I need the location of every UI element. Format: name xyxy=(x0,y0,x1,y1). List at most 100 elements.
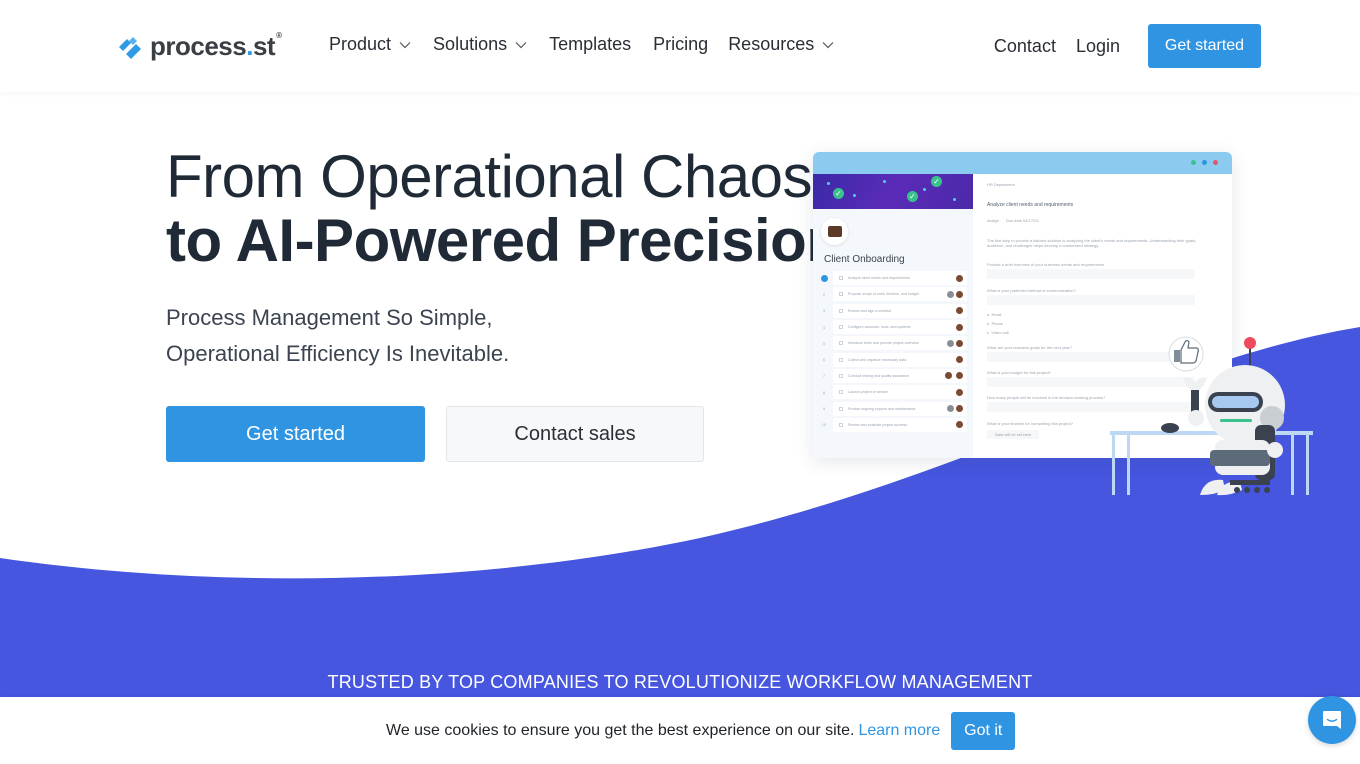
task-number: 6 xyxy=(822,357,826,363)
check-icon: ✓ xyxy=(907,191,918,202)
task-checkbox[interactable] xyxy=(839,341,843,346)
assignee-avatar xyxy=(956,307,963,315)
task-number: 7 xyxy=(822,373,826,379)
chevron-down-icon xyxy=(515,41,527,48)
mockup-titlebar xyxy=(813,152,1232,174)
task-row[interactable]: 6 Collect and organize necessary data xyxy=(819,351,967,367)
task-number xyxy=(820,274,828,282)
login-link[interactable]: Login xyxy=(1076,36,1120,57)
assignee-avatar xyxy=(956,372,963,380)
robot-illustration xyxy=(1110,336,1313,496)
task-label: Collect and organize necessary data xyxy=(848,357,907,362)
option-1: a. Email xyxy=(987,312,1002,317)
hero-subtitle-line1: Process Management So Simple, xyxy=(166,305,493,330)
hero-title-line1: From Operational Chaos xyxy=(166,143,812,210)
window-dot-blue xyxy=(1202,160,1207,165)
task-label: Conduct testing and quality assurance xyxy=(848,373,909,378)
cookie-accept-button[interactable]: Got it xyxy=(951,712,1016,750)
workflow-sidebar: ✓ ✓ ✓ Client Onboarding Analyze client n… xyxy=(813,174,973,458)
task-heading: Analyze client needs and requirements xyxy=(987,202,1074,208)
answer-field-2 xyxy=(987,295,1195,305)
task-checkbox[interactable] xyxy=(839,276,843,281)
hero-title: From Operational Chaos to AI-Powered Pre… xyxy=(166,143,843,274)
task-number: 9 xyxy=(822,406,826,412)
assignee-avatar xyxy=(956,274,963,282)
due-date-label: Due date xyxy=(1005,218,1022,223)
check-icon: ✓ xyxy=(833,188,844,199)
task-list: Analyze client needs and requirements 2 Pr… xyxy=(819,270,967,433)
task-row[interactable]: Analyze client needs and requirements xyxy=(819,270,967,286)
task-checkbox[interactable] xyxy=(839,292,843,297)
assignee-avatar xyxy=(956,421,963,429)
workflow-banner: ✓ ✓ ✓ xyxy=(813,174,973,209)
task-checkbox[interactable] xyxy=(839,357,843,362)
task-label: Provide ongoing support and maintenance xyxy=(848,406,916,411)
logo-mark-icon xyxy=(119,36,141,59)
assign-label: Assign xyxy=(987,218,1000,223)
task-label: Introduce team and provide project overv… xyxy=(848,341,919,346)
task-label: Launch project or service xyxy=(848,390,889,395)
task-row[interactable]: 8 Launch project or service xyxy=(819,384,967,400)
date-placeholder: Date will be set here xyxy=(987,430,1040,439)
contact-link[interactable]: Contact xyxy=(994,36,1056,57)
task-row[interactable]: 4 Configure accounts, tools, and systems xyxy=(819,319,967,335)
task-row[interactable]: 9 Provide ongoing support and maintenance xyxy=(819,400,967,416)
task-row[interactable]: 5 Introduce team and provide project over… xyxy=(819,335,967,351)
department-label: HR Department xyxy=(987,182,1015,187)
option-2: b. Phone xyxy=(987,321,1004,326)
nav-product-label: Product xyxy=(329,34,392,54)
question-1: Provide a brief overview of your busines… xyxy=(987,262,1106,267)
logo-suffix: st xyxy=(252,31,276,61)
question-6: What is your timeline for completing thi… xyxy=(987,421,1074,426)
task-row[interactable]: 10 Review and evaluate project success xyxy=(819,417,967,433)
chevron-down-icon xyxy=(822,41,834,48)
assignee-avatar xyxy=(956,405,963,413)
hero-title-line2: to AI-Powered Precision xyxy=(166,207,843,274)
task-row[interactable]: 7 Conduct testing and quality assurance xyxy=(819,368,967,384)
task-row[interactable]: 2 Propose scope of work, timeline, and bu… xyxy=(819,286,967,302)
question-4: What is your budget for this project? xyxy=(987,370,1052,375)
task-label: Configure accounts, tools, and systems xyxy=(848,325,911,330)
task-row[interactable]: 3 Review and sign a contract xyxy=(819,303,967,319)
nav-pricing[interactable]: Pricing xyxy=(653,34,708,55)
task-label: Review and evaluate project success xyxy=(848,422,908,427)
task-checkbox[interactable] xyxy=(839,373,843,378)
thumbs-up-icon xyxy=(1168,336,1204,372)
chat-launcher-button[interactable] xyxy=(1308,696,1356,744)
task-number: 8 xyxy=(822,389,826,395)
task-label: Analyze client needs and requirements xyxy=(848,276,910,281)
task-description: The first step to provide a tailored sol… xyxy=(987,238,1197,248)
nav-resources[interactable]: Resources xyxy=(728,34,834,55)
assignee-avatar xyxy=(956,290,963,298)
header-get-started-button[interactable]: Get started xyxy=(1148,24,1261,68)
logo[interactable]: process.st® xyxy=(116,31,282,62)
nav-templates[interactable]: Templates xyxy=(549,34,631,55)
site-header: process.st® Product Solutions Templates … xyxy=(0,0,1360,92)
cookie-banner: We use cookies to ensure you get the bes… xyxy=(0,697,1360,764)
assignee-avatar xyxy=(956,339,963,347)
nav-solutions[interactable]: Solutions xyxy=(433,34,527,55)
question-3: What are your business goals for the nex… xyxy=(987,345,1072,350)
option-3: c. Video call xyxy=(987,330,1009,335)
window-dot-red xyxy=(1213,160,1218,165)
cookie-learn-more-link[interactable]: Learn more xyxy=(858,722,940,740)
assignee-avatar xyxy=(945,372,952,380)
task-checkbox[interactable] xyxy=(839,406,843,411)
due-date-value: 04/17/23 xyxy=(1023,218,1039,223)
logo-dot: . xyxy=(246,31,253,61)
task-checkbox[interactable] xyxy=(839,308,843,313)
task-checkbox[interactable] xyxy=(839,325,843,330)
task-checkbox[interactable] xyxy=(839,390,843,395)
workflow-title: Client Onboarding xyxy=(824,254,905,265)
nav-product[interactable]: Product xyxy=(329,34,411,55)
hero-subtitle-line2: Operational Efficiency Is Inevitable. xyxy=(166,341,510,366)
task-label: Propose scope of work, timeline, and bud… xyxy=(848,292,919,297)
window-dot-green xyxy=(1191,160,1196,165)
hero-get-started-button[interactable]: Get started xyxy=(166,406,425,462)
nav-pricing-label: Pricing xyxy=(653,34,709,54)
task-label: Review and sign a contract xyxy=(848,308,892,313)
task-checkbox[interactable] xyxy=(839,422,843,427)
contact-sales-button[interactable]: Contact sales xyxy=(446,406,704,462)
assignee-avatar xyxy=(947,405,954,413)
task-number: 4 xyxy=(822,324,826,330)
